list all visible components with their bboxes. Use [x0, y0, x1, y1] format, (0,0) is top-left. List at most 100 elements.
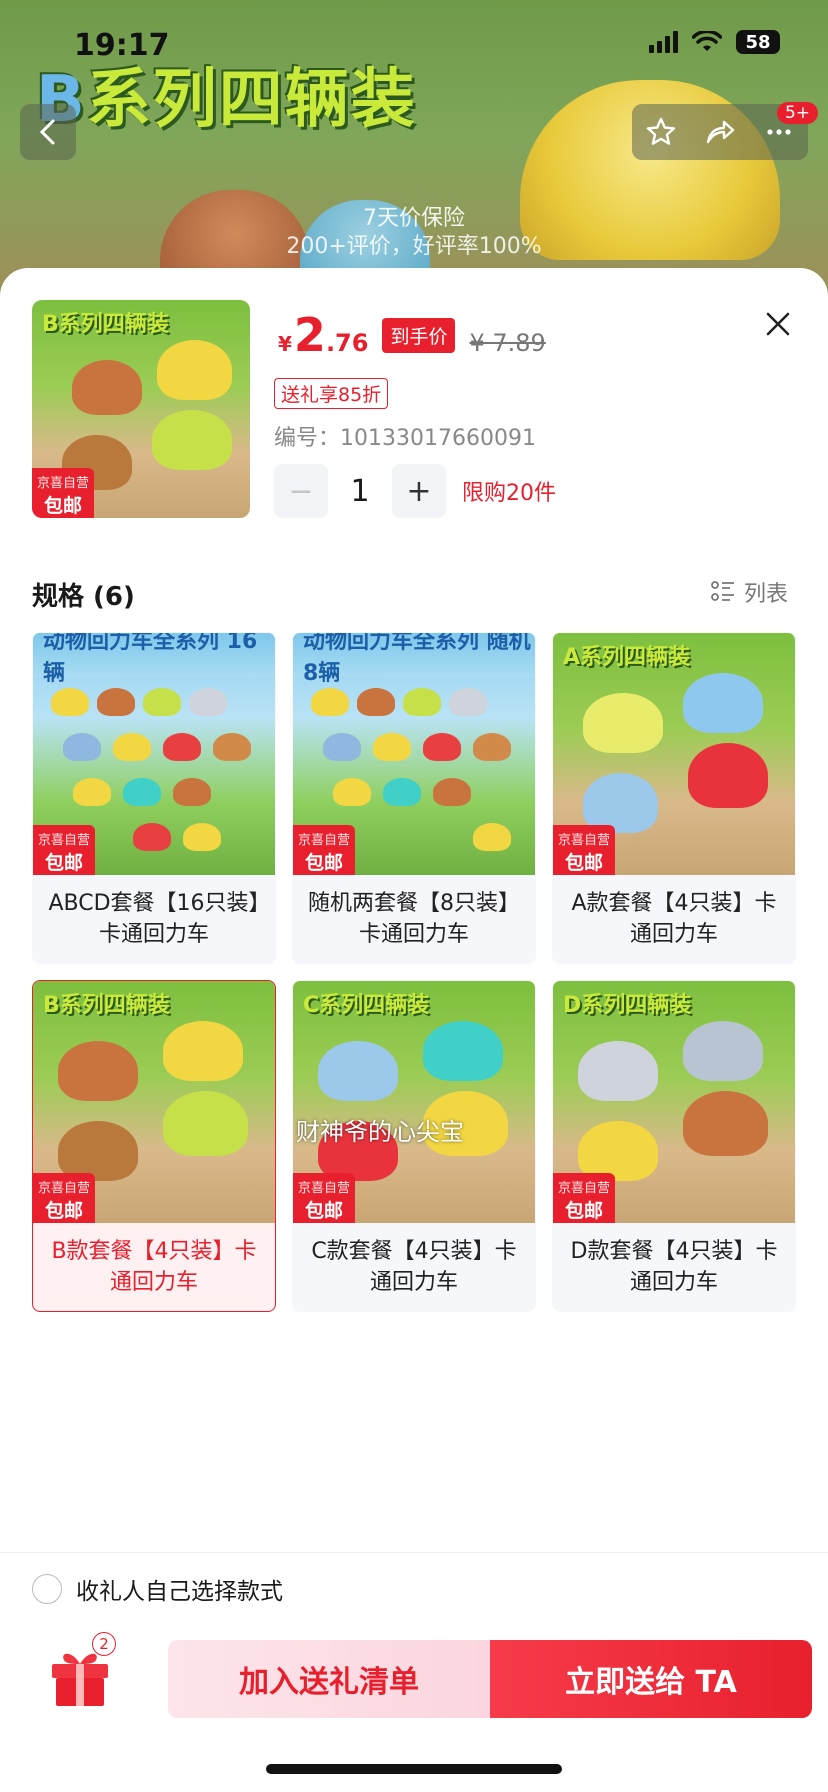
- toy-car-image: [163, 733, 201, 761]
- decrease-button[interactable]: −: [274, 464, 328, 518]
- product-thumbnail[interactable]: B系列四辆装 京喜自营 包邮: [32, 300, 250, 518]
- increase-button[interactable]: +: [392, 464, 446, 518]
- variant-card-a[interactable]: A系列四辆装 京喜自营 包邮 A款套餐【4只装】卡通回力车: [552, 632, 796, 964]
- purchase-limit: 限购20件: [462, 481, 556, 506]
- toy-car-image: [183, 823, 221, 851]
- toy-car-image: [73, 778, 111, 806]
- toy-car-image: [72, 360, 142, 415]
- toy-car-image: [213, 733, 251, 761]
- toy-car-image: [58, 1121, 138, 1181]
- close-icon[interactable]: [758, 304, 798, 344]
- variant-card-d[interactable]: D系列四辆装 京喜自营 包邮 D款套餐【4只装】卡通回力车: [552, 980, 796, 1312]
- variant-label: A款套餐【4只装】卡通回力车: [571, 891, 777, 947]
- gift-count-badge: 2: [92, 1632, 116, 1656]
- toy-car-image: [583, 773, 658, 833]
- battery-icon: 58: [736, 30, 780, 54]
- toy-car-image: [157, 340, 232, 400]
- original-price: ¥ 7.89: [469, 329, 546, 357]
- toy-car-image: [578, 1121, 658, 1181]
- variant-label: B款套餐【4只装】卡通回力车: [51, 1239, 257, 1295]
- toy-car-image: [583, 693, 663, 753]
- message-count-badge: 5+: [776, 102, 818, 124]
- toy-car-image: [357, 688, 395, 716]
- free-shipping-badge: 京喜自营 包邮: [553, 1173, 615, 1223]
- toy-car-image: [173, 778, 211, 806]
- variant-image: 动物回力车全系列 随机8辆 京喜自营 包邮: [293, 633, 535, 875]
- toy-car-image: [97, 688, 135, 716]
- wifi-icon: [692, 31, 722, 51]
- list-view-label: 列表: [743, 582, 788, 607]
- toy-car-image: [403, 688, 441, 716]
- variant-label: ABCD套餐【16只装】卡通回力车: [48, 891, 260, 947]
- variant-grid: 动物回力车全系列 16辆 京喜自营 包邮 ABCD套餐【16只装】卡通回力车 动…: [32, 632, 796, 1312]
- send-now-button[interactable]: 立即送给 TA: [490, 1640, 812, 1718]
- cellular-signal-icon: [649, 31, 678, 53]
- price-row: ¥ 2 .76 到手价 ¥ 7.89: [278, 312, 546, 358]
- variant-image: D系列四辆装 京喜自营 包邮: [553, 981, 795, 1223]
- toy-car-image: [688, 743, 768, 808]
- variant-card-b[interactable]: B系列四辆装 京喜自营 包邮 B款套餐【4只装】卡通回力车: [32, 980, 276, 1312]
- toy-car-image: [318, 1041, 398, 1101]
- variant-image-title: D系列四辆装: [563, 993, 692, 1018]
- list-view-toggle[interactable]: 列表: [710, 576, 788, 608]
- toy-car-image: [333, 778, 371, 806]
- image-watermark: 财神爷的心尖宝: [296, 1118, 464, 1146]
- variant-card-abcd[interactable]: 动物回力车全系列 16辆 京喜自营 包邮 ABCD套餐【16只装】卡通回力车: [32, 632, 276, 964]
- divider: [0, 1552, 828, 1553]
- variant-image-title: 动物回力车全系列 随机8辆: [293, 633, 535, 686]
- toy-car-image: [51, 688, 89, 716]
- variant-label: D款套餐【4只装】卡通回力车: [570, 1239, 778, 1295]
- toy-car-image: [152, 410, 232, 470]
- variant-image: 动物回力车全系列 16辆 京喜自营 包邮: [33, 633, 275, 875]
- variant-card-random[interactable]: 动物回力车全系列 随机8辆 京喜自营 包邮 随机两套餐【8只装】卡通回力车: [292, 632, 536, 964]
- price-decimal: .76: [325, 329, 369, 357]
- toy-car-image: [449, 688, 487, 716]
- variant-image-title: C系列四辆装: [303, 993, 430, 1018]
- currency-symbol: ¥: [278, 332, 292, 356]
- final-price-tag: 到手价: [382, 317, 456, 353]
- status-bar: 19:17 58: [0, 0, 828, 90]
- toy-car-image: [323, 733, 361, 761]
- toy-car-image: [113, 733, 151, 761]
- toy-car-image: [683, 1091, 768, 1156]
- toy-car-image: [133, 823, 171, 851]
- receiver-choose-option[interactable]: 收礼人自己选择款式: [32, 1572, 283, 1606]
- list-icon: [711, 581, 734, 601]
- free-shipping-badge: 京喜自营 包邮: [553, 825, 615, 875]
- price-integer: 2: [293, 308, 326, 362]
- toy-car-image: [163, 1091, 248, 1156]
- toy-car-image: [123, 778, 161, 806]
- share-icon[interactable]: [704, 116, 736, 148]
- toy-car-image: [58, 1041, 138, 1101]
- variant-label: C款套餐【4只装】卡通回力车: [311, 1239, 517, 1295]
- variant-image: C系列四辆装 京喜自营 包邮: [293, 981, 535, 1223]
- toy-car-image: [683, 673, 763, 733]
- toy-car-image: [163, 1021, 243, 1081]
- radio-button[interactable]: [32, 1574, 62, 1604]
- sku-code: 编号：10133017660091: [274, 426, 536, 451]
- rating-summary: 200+评价，好评率100%: [286, 234, 542, 259]
- receiver-choose-label: 收礼人自己选择款式: [76, 1579, 283, 1605]
- toy-car-image: [578, 1041, 658, 1101]
- toy-car-image: [373, 733, 411, 761]
- free-shipping-badge: 京喜自营 包邮: [293, 825, 355, 875]
- status-time: 19:17: [74, 28, 170, 63]
- variant-image-title: A系列四辆装: [563, 645, 691, 670]
- quantity-value[interactable]: 1: [328, 474, 392, 509]
- toy-car-image: [473, 823, 511, 851]
- sku-selector-sheet: B系列四辆装 京喜自营 包邮 ¥ 2 .76 到手价 ¥ 7.89 送礼享85折…: [0, 268, 828, 1792]
- add-to-gift-list-button[interactable]: 加入送礼清单: [168, 1640, 490, 1718]
- toy-car-image: [433, 778, 471, 806]
- toy-car-image: [189, 688, 227, 716]
- chevron-left-icon: [39, 119, 55, 145]
- star-icon[interactable]: [645, 116, 677, 148]
- toy-car-image: [143, 688, 181, 716]
- back-button[interactable]: [20, 104, 76, 160]
- free-shipping-badge: 京喜自营 包邮: [32, 468, 94, 518]
- gift-discount-tag: 送礼享85折: [274, 378, 389, 409]
- toy-car-image: [423, 1021, 503, 1081]
- toy-car-image: [423, 733, 461, 761]
- variant-image-title: B系列四辆装: [43, 993, 170, 1018]
- toy-car-image: [63, 733, 101, 761]
- thumbnail-title: B系列四辆装: [42, 312, 169, 337]
